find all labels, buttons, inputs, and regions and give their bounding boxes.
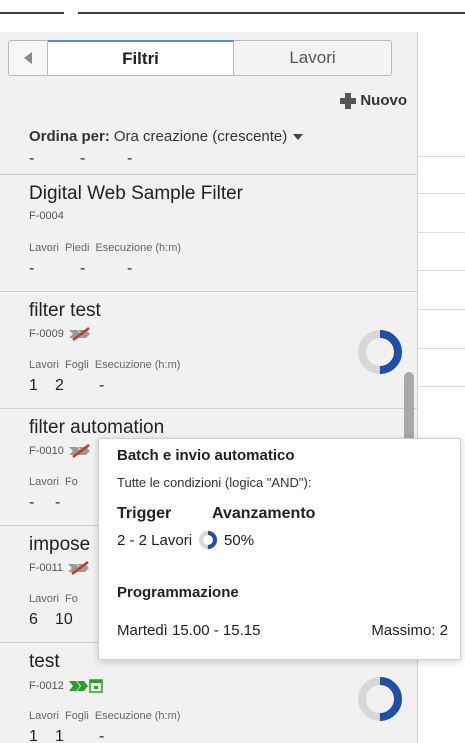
filter-title: filter automation (29, 417, 165, 438)
tooltip-title: Batch e invio automatico (117, 447, 295, 464)
filter-title: filter test (29, 300, 101, 321)
partial-value: - (29, 150, 35, 167)
filter-id: F-0011 (29, 561, 93, 575)
filter-id: F-0009 (29, 327, 94, 341)
collapse-panel-button[interactable] (8, 40, 48, 76)
tooltip-subtitle: Tutte le condizioni (logica "AND"): (117, 475, 312, 490)
sort-label: Ordina per: (29, 128, 110, 145)
list-item-partial[interactable]: - - - (0, 150, 417, 174)
schedule-value: Martedì 15.00 - 15.15 (117, 622, 261, 639)
filter-id: F-0004 (29, 210, 64, 222)
progress-mini-donut (199, 531, 218, 549)
filter-id: F-0012 (29, 678, 104, 694)
tab-jobs[interactable]: Lavori (234, 40, 392, 76)
new-filter-label: Nuovo (360, 92, 407, 109)
disabled-arrows-icon (68, 327, 90, 341)
filter-title: impose (29, 534, 91, 555)
filter-title: test (29, 651, 60, 672)
batch-info-tooltip: Batch e invio automatico Tutte le condiz… (98, 438, 461, 660)
trigger-progress-values: 2 - 2 Lavori 50% (117, 530, 254, 550)
progress-label: Avanzamento (212, 505, 316, 522)
filter-column-headers: Lavori Piedi Esecuzione (h:m) (29, 242, 182, 254)
progress-donut (358, 330, 402, 374)
disabled-arrows-icon (68, 444, 90, 458)
filter-column-headers: Lavori Fo (29, 593, 78, 605)
caret-down-icon (293, 133, 304, 140)
tab-bar: Filtri Lavori (8, 40, 404, 78)
top-divider (78, 12, 465, 14)
partial-value: - (127, 150, 133, 167)
new-filter-button[interactable]: Nuovo (340, 92, 407, 109)
top-divider-left (0, 12, 64, 14)
tab-filters[interactable]: Filtri (48, 40, 234, 76)
filter-column-headers: Lavori Fo (29, 476, 78, 488)
plus-icon (340, 92, 357, 109)
schedule-max: Massimo: 2 (371, 622, 448, 639)
progress-donut (358, 677, 402, 721)
sort-control[interactable]: Ordina per: Ora creazione (crescente) (29, 128, 304, 145)
filter-id: F-0010 (29, 444, 94, 458)
schedule-label: Programmazione (117, 584, 239, 601)
partial-value: - (80, 150, 86, 167)
filter-card[interactable]: filter test F-0009 Lavori Fogli Esecuzione… (0, 292, 417, 408)
disabled-arrows-icon (68, 561, 90, 575)
trigger-value: 2 - 2 Lavori (117, 531, 193, 549)
filter-column-headers: Lavori Fogli Esecuzione (h:m) (29, 359, 181, 371)
chevron-left-icon (24, 52, 32, 64)
filter-card[interactable]: Digital Web Sample Filter F-0004 Lavori P… (0, 175, 417, 291)
enabled-batch-icon (68, 679, 103, 693)
trigger-label: Trigger (117, 505, 172, 522)
filter-column-headers: Lavori Fogli Esecuzione (h:m) (29, 710, 181, 722)
sort-value: Ora creazione (crescente) (113, 128, 288, 145)
filter-title: Digital Web Sample Filter (29, 183, 244, 204)
progress-value: 50% (224, 531, 255, 549)
